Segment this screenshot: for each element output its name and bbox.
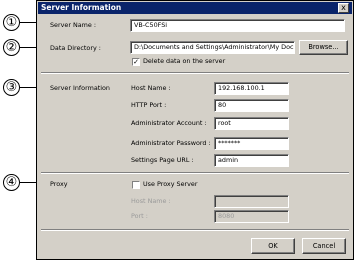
- administrator-password-field[interactable]: *******: [214, 137, 289, 150]
- administrator-password-label: Administrator Password :: [131, 139, 211, 147]
- server-information-dialog: Server Information x Server Name : VB-C5…: [36, 0, 354, 260]
- close-icon: x: [341, 3, 346, 12]
- separator: [41, 229, 349, 231]
- host-name-field[interactable]: 192.168.100.1: [214, 82, 289, 95]
- proxy-port-field[interactable]: 8080: [214, 210, 289, 223]
- cancel-button[interactable]: Cancel: [302, 238, 346, 254]
- use-proxy-checkbox[interactable]: [132, 181, 140, 189]
- callout-1: ①: [3, 14, 20, 31]
- data-directory-field[interactable]: D:\Documents and Settings\Administrator\…: [130, 41, 295, 54]
- separator: [41, 172, 349, 174]
- browse-button[interactable]: Browse...: [299, 40, 348, 55]
- settings-page-url-label: Settings Page URL :: [131, 156, 194, 164]
- proxy-port-label: Port :: [131, 212, 148, 220]
- administrator-account-label: Administrator Account :: [131, 119, 207, 127]
- proxy-section-label: Proxy: [50, 180, 68, 188]
- host-name-label: Host Name :: [131, 84, 171, 92]
- dialog-title: Server Information: [41, 3, 122, 12]
- delete-data-checkbox[interactable]: ✓: [132, 58, 140, 66]
- ok-button[interactable]: OK: [251, 238, 295, 254]
- close-button[interactable]: x: [338, 3, 349, 13]
- proxy-host-name-label: Host Name :: [131, 197, 171, 205]
- proxy-host-name-field[interactable]: [214, 195, 289, 208]
- use-proxy-label[interactable]: Use Proxy Server: [143, 180, 197, 189]
- callout-2: ②: [3, 39, 20, 56]
- http-port-label: HTTP Port :: [131, 101, 167, 109]
- settings-page-url-field[interactable]: admin: [214, 154, 289, 167]
- callout-4: ④: [3, 174, 20, 191]
- data-directory-label: Data Directory :: [50, 44, 101, 52]
- administrator-account-field[interactable]: root: [214, 117, 289, 130]
- delete-data-label[interactable]: Delete data on the server: [143, 57, 225, 66]
- callout-3: ③: [3, 79, 20, 96]
- server-name-field[interactable]: VB-C50FSi: [130, 19, 345, 32]
- server-information-section-label: Server Information: [50, 84, 110, 92]
- http-port-field[interactable]: 80: [214, 99, 289, 112]
- server-name-label: Server Name :: [50, 21, 97, 29]
- separator: [41, 72, 349, 74]
- title-bar[interactable]: Server Information x: [38, 2, 352, 14]
